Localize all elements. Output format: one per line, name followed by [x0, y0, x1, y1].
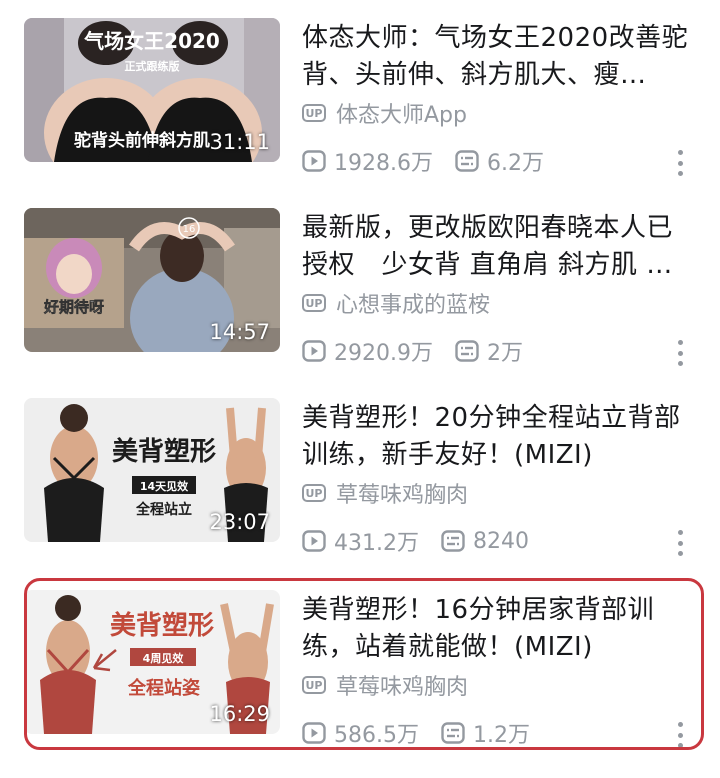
video-title[interactable]: 美背塑形！20分钟全程站立背部训练，新手友好！(MIZI)	[302, 400, 694, 474]
comment-count-value: 2万	[486, 341, 523, 366]
view-count: 2920.9万	[302, 335, 433, 367]
video-thumbnail[interactable]: 16 好期待呀 14:57	[24, 208, 280, 352]
danmaku-count-icon	[441, 722, 465, 744]
comment-count-value: 1.2万	[472, 723, 530, 748]
view-count-value: 431.2万	[334, 531, 419, 556]
more-vertical-icon[interactable]	[670, 530, 690, 556]
view-count: 586.5万	[302, 717, 419, 749]
video-duration: 16:29	[209, 702, 270, 726]
video-title[interactable]: 体态大师：气场女王2020改善驼背、头前伸、斜方肌大、瘦…	[302, 20, 694, 94]
view-count-value: 586.5万	[334, 723, 419, 748]
comment-count: 6.2万	[455, 145, 544, 177]
uploader-row[interactable]: UP 心想事成的蓝桉	[302, 288, 490, 318]
video-thumbnail[interactable]: 美背塑形 14天见效 全程站立 23:07	[24, 398, 280, 542]
video-duration: 23:07	[209, 510, 270, 534]
video-card[interactable]: 美背塑形 14天见效 全程站立 23:07 美背塑形！20分钟全程站立背部训练，…	[0, 398, 720, 586]
thumb-caption: 美背塑形	[110, 610, 214, 641]
play-count-icon	[302, 530, 326, 552]
up-badge-icon: UP	[302, 104, 326, 122]
play-count-icon	[302, 340, 326, 362]
comment-count-value: 8240	[472, 528, 529, 554]
uploader-row[interactable]: UP 草莓味鸡胸肉	[302, 670, 468, 700]
more-vertical-icon[interactable]	[670, 150, 690, 176]
uploader-name: 草莓味鸡胸肉	[336, 483, 469, 508]
view-count: 1928.6万	[302, 145, 433, 177]
video-title[interactable]: 美背塑形！16分钟居家背部训练，站着就能做！(MIZI)	[302, 592, 694, 666]
view-count-value: 2920.9万	[334, 341, 433, 366]
comment-count: 1.2万	[441, 717, 530, 749]
video-thumbnail[interactable]: 美背塑形 4周见效 全程站姿 16:29	[24, 590, 280, 734]
video-card[interactable]: 16 好期待呀 14:57 最新版，更改版欧阳春晓本人已授权 少女背 直角肩 斜…	[0, 208, 720, 396]
video-card[interactable]: 气场女王2020 正式跟练版 驼背头前伸斜方肌 31:11 体态大师：气场女王2…	[0, 18, 720, 206]
video-thumbnail[interactable]: 气场女王2020 正式跟练版 驼背头前伸斜方肌 31:11	[24, 18, 280, 162]
view-count: 431.2万	[302, 525, 419, 557]
thumb-caption: 全程站立	[135, 501, 192, 518]
video-stats: 431.2万 8240	[302, 526, 551, 556]
video-title[interactable]: 最新版，更改版欧阳春晓本人已授权 少女背 直角肩 斜方肌 …	[302, 210, 694, 284]
comment-count: 8240	[441, 529, 529, 554]
video-duration: 31:11	[209, 130, 270, 154]
view-count-value: 1928.6万	[334, 151, 433, 176]
danmaku-count-icon	[441, 530, 465, 552]
thumb-caption: 好期待呀	[43, 298, 104, 316]
comment-count: 2万	[455, 335, 523, 367]
video-stats: 1928.6万 6.2万	[302, 146, 566, 176]
uploader-row[interactable]: UP 草莓味鸡胸肉	[302, 478, 468, 508]
danmaku-count-icon	[455, 340, 479, 362]
thumb-caption: 16	[183, 224, 196, 235]
uploader-name: 草莓味鸡胸肉	[336, 675, 469, 700]
up-badge-icon: UP	[302, 484, 326, 502]
thumb-caption: 4周见效	[143, 651, 185, 665]
thumb-caption: 全程站姿	[127, 677, 200, 699]
up-badge-icon: UP	[302, 294, 326, 312]
video-duration: 14:57	[209, 320, 270, 344]
video-stats: 586.5万 1.2万	[302, 718, 552, 748]
thumb-caption: 14天见效	[140, 479, 189, 493]
video-card[interactable]: 美背塑形 4周见效 全程站姿 16:29 美背塑形！16分钟居家背部训练，站着就…	[0, 590, 720, 778]
video-stats: 2920.9万 2万	[302, 336, 545, 366]
uploader-name: 心想事成的蓝桉	[336, 293, 491, 318]
more-vertical-icon[interactable]	[670, 722, 690, 748]
uploader-row[interactable]: UP 体态大师App	[302, 98, 467, 128]
thumb-caption: 气场女王2020	[83, 29, 220, 53]
danmaku-count-icon	[455, 150, 479, 172]
comment-count-value: 6.2万	[486, 151, 544, 176]
play-count-icon	[302, 150, 326, 172]
thumb-caption: 美背塑形	[112, 436, 216, 467]
uploader-name: 体态大师App	[336, 103, 467, 128]
play-count-icon	[302, 722, 326, 744]
thumb-caption: 正式跟练版	[125, 59, 180, 73]
thumb-caption: 驼背头前伸斜方肌	[74, 130, 210, 151]
more-vertical-icon[interactable]	[670, 340, 690, 366]
up-badge-icon: UP	[302, 676, 326, 694]
